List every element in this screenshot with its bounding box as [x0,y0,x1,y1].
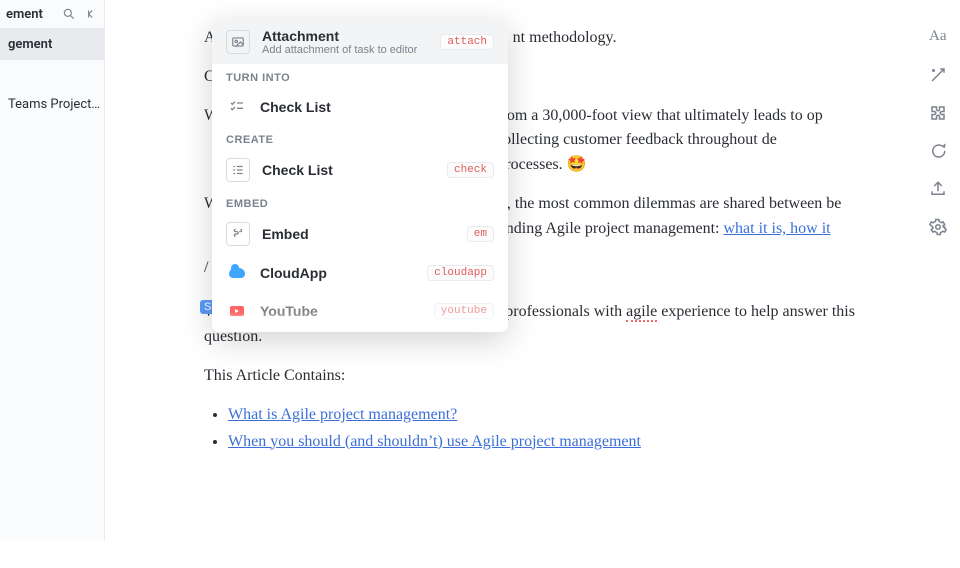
menu-item-shortcut: em [467,226,494,242]
toc-link[interactable]: What is Agile project management? [228,406,457,423]
settings-icon[interactable] [929,218,947,236]
menu-item-shortcut: check [447,162,494,178]
embed-icon [226,222,250,246]
sidebar-header: ement [0,0,104,28]
collapse-icon[interactable] [84,7,98,21]
sidebar-title-fragment: ement [6,7,54,22]
cloudapp-icon [226,262,248,284]
toc-item: What is Agile project management? [228,403,864,428]
toc-heading: This Article Contains: [204,364,864,389]
menu-scroll-fade [212,312,508,332]
slash-command-menu: × Attachment Add attachment of task to e… [212,20,508,332]
menu-item-attachment[interactable]: Attachment Add attachment of task to edi… [212,20,508,64]
menu-item-checklist-create[interactable]: Check List check [212,150,508,190]
menu-item-title: Check List [260,99,494,115]
share-icon[interactable] [929,180,947,198]
typography-icon[interactable]: Aa [929,28,947,46]
menu-section-create: CREATE [212,126,508,150]
left-sidebar: ement gement Teams Project… [0,0,105,540]
sidebar-item-label: Teams Project… [8,97,100,112]
menu-item-shortcut: cloudapp [427,265,494,281]
menu-item-title: Embed [262,226,455,242]
menu-item-subtitle: Add attachment of task to editor [262,44,428,56]
menu-item-title: Check List [262,162,435,178]
menu-section-embed: EMBED [212,190,508,214]
menu-item-checklist-turninto[interactable]: Check List [212,88,508,126]
puzzle-icon[interactable] [929,104,947,122]
menu-section-turn-into: TURN INTO [212,64,508,88]
search-icon[interactable] [62,7,76,21]
slash-prefix: / [204,256,208,281]
menu-item-cloudapp[interactable]: CloudApp cloudapp [212,254,508,292]
sidebar-item-label: gement [8,37,52,52]
doc-link-what-it-is[interactable]: what it is, how it [724,220,831,237]
sidebar-item-management[interactable]: gement [0,28,104,60]
toc-item: When you should (and shouldn’t) use Agil… [228,430,864,455]
menu-item-shortcut: attach [440,34,494,50]
image-icon [226,30,250,54]
spellcheck-word[interactable]: agile [626,303,657,322]
magic-icon[interactable] [929,66,947,84]
emoji-starstruck: 🤩 [567,156,587,173]
toc-link[interactable]: When you should (and shouldn’t) use Agil… [228,433,641,450]
menu-item-title: Attachment [262,28,428,44]
checklist-icon [226,96,248,118]
checklist-icon [226,158,250,182]
right-rail: Aa [916,0,960,568]
sidebar-item-teams-project[interactable]: Teams Project… [0,88,104,120]
toc-list: What is Agile project management? When y… [228,403,864,455]
menu-item-embed[interactable]: Embed em [212,214,508,254]
menu-item-title: CloudApp [260,265,415,281]
chat-icon[interactable] [929,142,947,160]
